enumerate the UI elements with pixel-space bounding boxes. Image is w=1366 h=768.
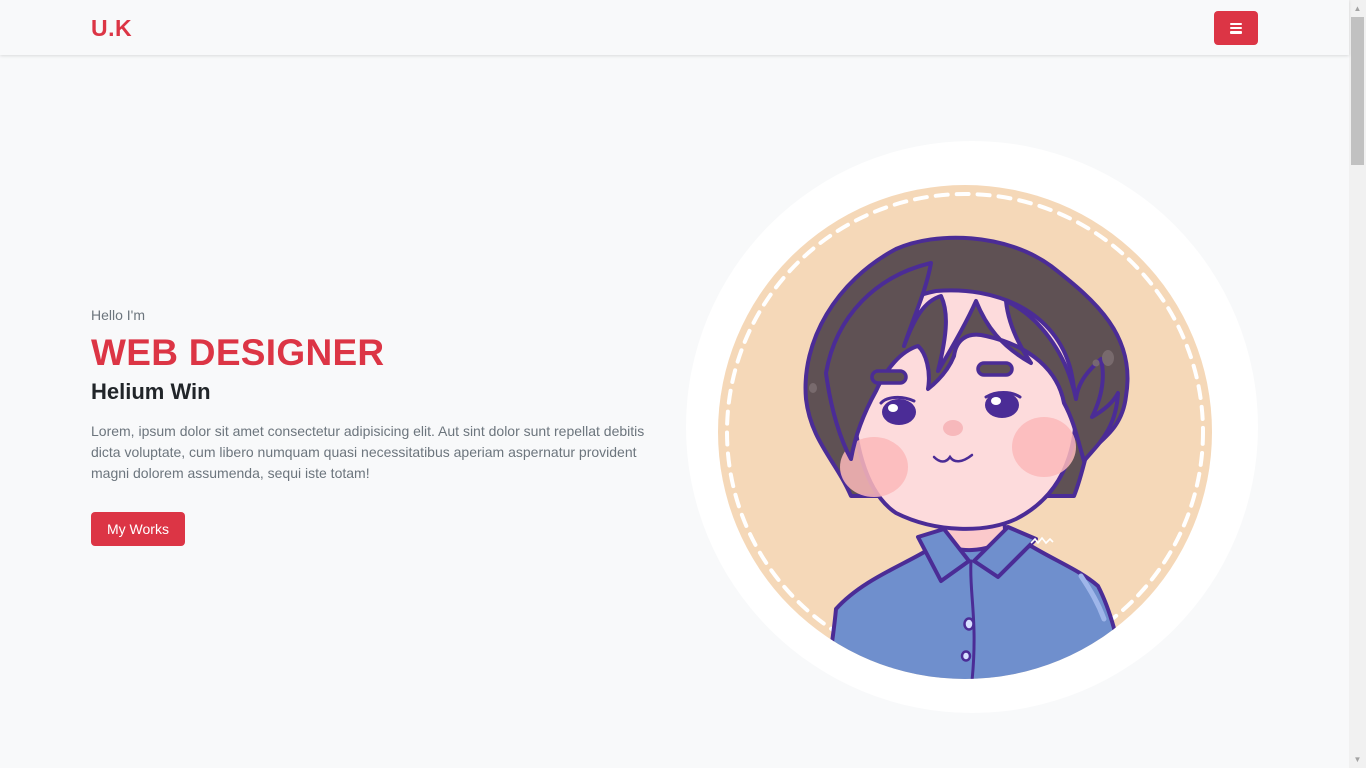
- my-works-button[interactable]: My Works: [91, 512, 185, 546]
- hamburger-menu-icon: [1230, 22, 1242, 34]
- scroll-up-arrow-icon[interactable]: ▲: [1349, 0, 1366, 17]
- hero-description: Lorem, ipsum dolor sit amet consectetur …: [91, 423, 645, 481]
- scroll-down-arrow-icon[interactable]: ▼: [1349, 751, 1366, 768]
- hero-greeting: Hello I'm: [91, 307, 146, 323]
- brand-logo[interactable]: U.K: [91, 14, 132, 42]
- page: U.K Hello I'm WEB DESIGNER Helium Win Lo…: [0, 0, 1366, 768]
- navbar: U.K: [0, 0, 1349, 55]
- hero-section: Hello I'm WEB DESIGNER Helium Win Lorem,…: [91, 305, 651, 546]
- vertical-scrollbar[interactable]: ▲ ▼: [1349, 0, 1366, 768]
- hero-role: WEB DESIGNER: [91, 332, 385, 373]
- avatar-illustration: [686, 141, 1258, 713]
- cartoon-avatar-icon: [686, 141, 1258, 713]
- hero-name: Helium Win: [91, 379, 211, 404]
- menu-toggle-button[interactable]: [1214, 11, 1258, 45]
- scrollbar-thumb[interactable]: [1351, 17, 1364, 165]
